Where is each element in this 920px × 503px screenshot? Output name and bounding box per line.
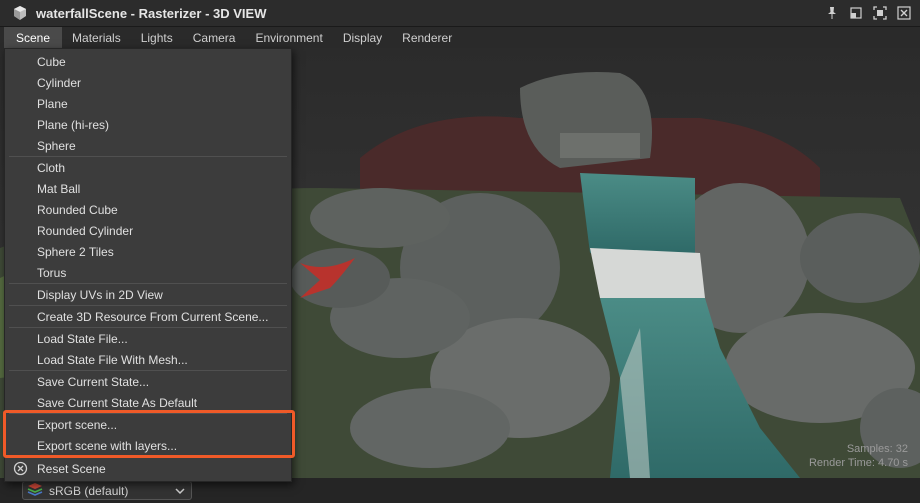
window-controls [824, 5, 912, 21]
menu-item-mat-ball[interactable]: Mat Ball [5, 178, 291, 199]
render-stats: Samples: 32 Render Time: 4.70 s [809, 442, 908, 470]
menu-item-plane-hires[interactable]: Plane (hi-res) [5, 114, 291, 135]
menu-separator [9, 456, 287, 457]
menu-item-create-3d-resource[interactable]: Create 3D Resource From Current Scene... [5, 306, 291, 327]
color-space-value: sRGB (default) [49, 483, 129, 498]
samples-label: Samples: 32 [846, 443, 908, 455]
menu-item-cloth[interactable]: Cloth [5, 157, 291, 178]
maximize-icon[interactable] [872, 5, 888, 21]
menu-display[interactable]: Display [333, 27, 392, 48]
chevron-down-icon [175, 485, 185, 499]
menu-item-rounded-cube[interactable]: Rounded Cube [5, 199, 291, 220]
menu-item-cube[interactable]: Cube [5, 51, 291, 72]
menu-item-sphere-2-tiles[interactable]: Sphere 2 Tiles [5, 241, 291, 262]
menu-materials[interactable]: Materials [62, 27, 131, 48]
menu-item-save-state-default[interactable]: Save Current State As Default [5, 392, 291, 413]
scene-dropdown-menu: Cube Cylinder Plane Plane (hi-res) Spher… [4, 48, 292, 482]
reset-icon [13, 461, 28, 476]
menu-item-plane[interactable]: Plane [5, 93, 291, 114]
title-bar: waterfallScene - Rasterizer - 3D VIEW [0, 0, 920, 27]
render-time-label: Render Time: 4.70 s [808, 457, 908, 469]
menu-item-sphere[interactable]: Sphere [5, 135, 291, 156]
menu-item-export-scene[interactable]: Export scene... [5, 414, 291, 435]
menu-renderer[interactable]: Renderer [392, 27, 462, 48]
menu-item-save-state[interactable]: Save Current State... [5, 371, 291, 392]
restore-icon[interactable] [848, 5, 864, 21]
layers-icon [27, 482, 43, 499]
menu-item-load-state-mesh[interactable]: Load State File With Mesh... [5, 349, 291, 370]
menu-lights[interactable]: Lights [131, 27, 183, 48]
menu-item-cylinder[interactable]: Cylinder [5, 72, 291, 93]
menu-environment[interactable]: Environment [245, 27, 332, 48]
pin-icon[interactable] [824, 5, 840, 21]
color-space-select[interactable]: sRGB (default) [22, 481, 192, 500]
menu-item-rounded-cylinder[interactable]: Rounded Cylinder [5, 220, 291, 241]
close-icon[interactable] [896, 5, 912, 21]
window-title: waterfallScene - Rasterizer - 3D VIEW [36, 5, 267, 21]
menu-item-load-state[interactable]: Load State File... [5, 328, 291, 349]
menu-item-reset-scene[interactable]: Reset Scene [5, 458, 291, 479]
menu-bar: Scene Materials Lights Camera Environmen… [0, 27, 920, 48]
menu-camera[interactable]: Camera [183, 27, 246, 48]
menu-item-export-scene-layers[interactable]: Export scene with layers... [5, 435, 291, 456]
menu-item-torus[interactable]: Torus [5, 262, 291, 283]
cube-app-icon [12, 5, 28, 21]
reset-scene-label: Reset Scene [37, 461, 106, 476]
menu-item-display-uvs[interactable]: Display UVs in 2D View [5, 284, 291, 305]
menu-scene[interactable]: Scene [4, 27, 63, 48]
